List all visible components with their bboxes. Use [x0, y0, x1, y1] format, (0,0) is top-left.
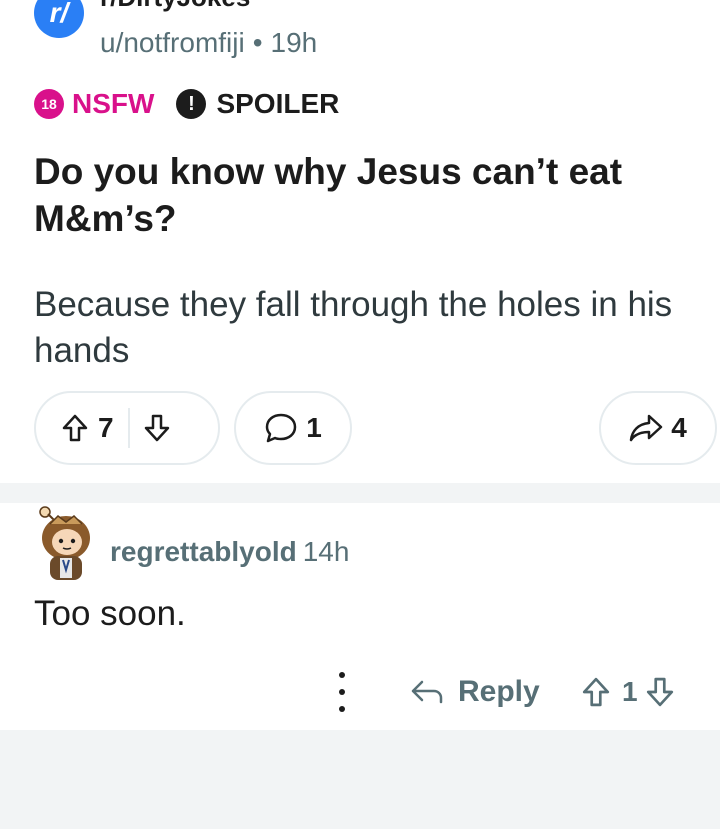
post-header: r/ r/DirtyJokes u/notfromfiji•19h — [0, 0, 720, 70]
post-vote-bar: 7 — [34, 391, 220, 465]
reply-arrow-icon — [411, 680, 443, 704]
comment-header: regrettablyold 14h — [110, 536, 349, 568]
comment-count: 1 — [306, 412, 322, 443]
nsfw-label: NSFW — [72, 88, 155, 119]
comment-bubble-icon — [264, 412, 298, 444]
post-meta: u/notfromfiji • 19h — [100, 27, 317, 59]
downvote-arrow-icon[interactable] — [144, 414, 170, 442]
vote-divider — [127, 408, 130, 448]
comment-vote-bar: 1 — [582, 670, 674, 714]
comment-author[interactable]: regrettablyold — [110, 536, 297, 567]
section-divider — [0, 483, 720, 503]
post-author[interactable]: u/notfromfiji — [100, 27, 245, 58]
more-vertical-icon[interactable] — [328, 672, 356, 712]
share-arrow-icon — [629, 413, 663, 443]
empty-area — [0, 730, 720, 829]
snoo-avatar[interactable] — [36, 504, 94, 582]
reply-button[interactable]: Reply — [410, 670, 540, 714]
post-body: Because they fall through the holes in h… — [34, 285, 673, 370]
nsfw-flag: 18 NSFW — [34, 88, 154, 120]
reply-label: Reply — [458, 675, 540, 708]
share-count: 4 — [671, 412, 687, 443]
comment-body: Too soon. — [34, 594, 186, 633]
post-age: 19h — [270, 27, 318, 58]
post-title: Do you know why Jesus can’t eat M&m’s? — [34, 151, 623, 239]
comment-age: 14h — [302, 536, 350, 567]
comments-button[interactable]: 1 — [234, 391, 352, 465]
spoiler-label: SPOILER — [216, 88, 340, 119]
post-flags: 18 NSFW ! SPOILER — [34, 86, 339, 122]
share-button[interactable]: 4 — [599, 391, 717, 465]
upvote-arrow-icon[interactable] — [582, 677, 610, 707]
subreddit-icon[interactable]: r/ — [34, 0, 84, 38]
meta-separator: • — [252, 27, 263, 58]
spoiler-icon: ! — [176, 89, 207, 119]
subreddit-name[interactable]: r/DirtyJokes — [100, 0, 250, 13]
spoiler-flag: ! SPOILER — [176, 88, 339, 120]
upvote-count: 7 — [98, 412, 114, 443]
downvote-arrow-icon[interactable] — [646, 677, 674, 707]
nsfw-18-icon: 18 — [34, 89, 64, 119]
comment-vote-count: 1 — [622, 676, 638, 707]
comment-actions: Reply 1 — [0, 664, 720, 722]
upvote-arrow-icon[interactable] — [62, 414, 88, 442]
